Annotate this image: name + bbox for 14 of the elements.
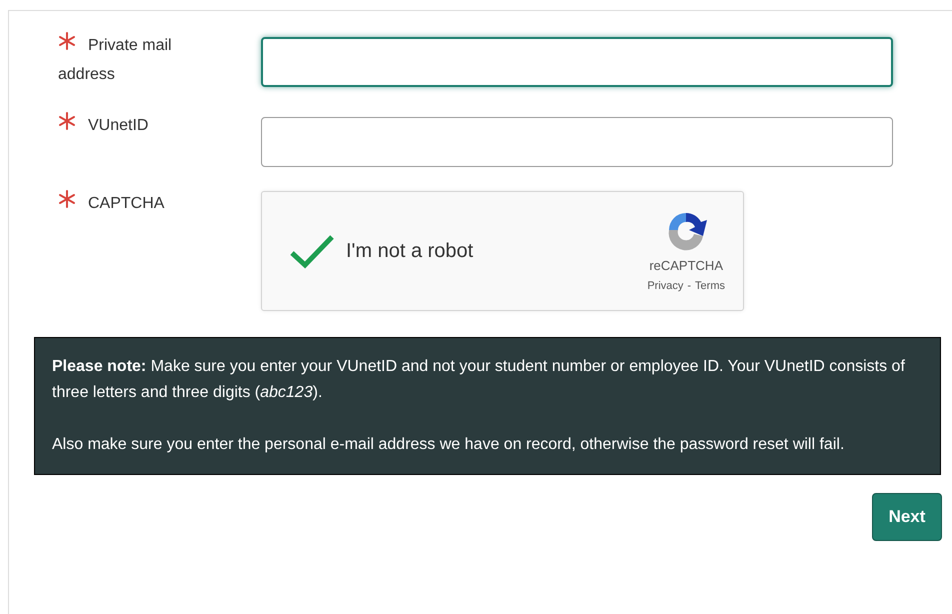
note-text: Also make sure you enter the personal e-mail address we have on record, otherwise the password reset will fail.	[52, 435, 846, 455]
link-separator: -	[687, 278, 692, 294]
terms-link[interactable]: Terms	[695, 278, 725, 294]
note-text: Please note: Make sure you enter your VUnetID and not your student number or employee ID. Your VUnetID consists of three letters and three digits (abc123).	[52, 357, 906, 403]
recaptcha-brand: reCAPTCHA	[649, 257, 723, 275]
field-label: VUnetID	[58, 117, 148, 134]
field-label: CAPTCHA	[58, 195, 164, 212]
privacy-link[interactable]: Privacy	[647, 278, 684, 294]
text-field[interactable]	[261, 117, 893, 167]
next-button[interactable]: Next	[872, 493, 942, 541]
text-field[interactable]	[261, 37, 893, 87]
captcha-text: I'm not a robot	[346, 239, 474, 264]
checkmark-icon	[289, 233, 335, 269]
field-label: Private mail address	[58, 37, 172, 83]
